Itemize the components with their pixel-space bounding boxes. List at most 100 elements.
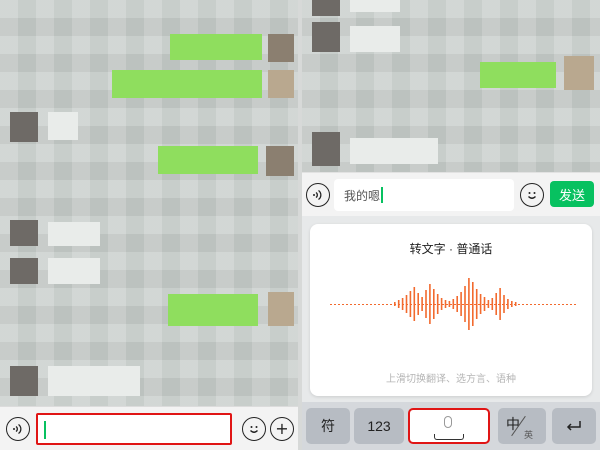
numbers-key-label: 123 — [367, 418, 391, 434]
waveform-dot — [566, 304, 568, 305]
voice-input-panel: 转文字 · 普通话 上滑切换翻译、选方言、语种 — [302, 216, 600, 402]
waveform-dot — [526, 304, 528, 305]
avatar — [268, 34, 294, 62]
avatar — [312, 22, 340, 52]
waveform-bar — [491, 298, 494, 310]
waveform-bar — [460, 292, 462, 316]
waveform-bar — [514, 302, 517, 306]
avatar — [312, 0, 340, 16]
voice-input-key[interactable] — [408, 408, 490, 444]
waveform-dot — [466, 304, 468, 305]
avatar — [10, 220, 38, 246]
emoji-icon-glyph — [250, 426, 258, 433]
waveform-dot — [558, 304, 560, 305]
waveform-bar — [503, 295, 505, 313]
waveform-bar — [417, 293, 419, 315]
waveform-dot — [450, 304, 452, 305]
message-bubble — [48, 366, 140, 396]
waveform-bar — [401, 298, 404, 310]
message-input-bar: + — [0, 406, 298, 450]
waveform-dot — [346, 304, 348, 305]
voice-icon[interactable] — [306, 183, 330, 207]
waveform-bar — [468, 278, 470, 330]
microphone-icon — [444, 416, 452, 428]
space-bar-icon — [434, 434, 464, 440]
waveform-dot — [378, 304, 380, 305]
numbers-key[interactable]: 123 — [354, 408, 404, 444]
message-bubble — [48, 222, 100, 246]
waveform-dot — [330, 304, 332, 305]
waveform-bar — [475, 289, 478, 319]
waveform-bar — [409, 291, 412, 317]
language-switch-key[interactable]: 中 英 — [498, 408, 546, 444]
left-chat-screen: + — [0, 0, 298, 450]
waveform-dot — [338, 304, 340, 305]
avatar — [268, 70, 294, 98]
waveform-bar — [413, 287, 416, 321]
send-button[interactable]: 发送 — [550, 181, 594, 207]
waveform-dot — [334, 304, 336, 305]
waveform-dot — [522, 304, 524, 305]
waveform-bar — [425, 290, 427, 318]
waveform-dot — [366, 304, 368, 305]
avatar — [564, 56, 594, 90]
waveform-bar — [394, 302, 396, 306]
waveform-bar — [429, 284, 431, 324]
avatar — [266, 146, 294, 176]
emoji-icon[interactable] — [242, 417, 266, 441]
waveform-dot — [458, 304, 460, 305]
message-bubble — [48, 112, 78, 140]
waveform-dot — [390, 304, 392, 305]
voice-icon-glyph — [13, 423, 22, 435]
waveform-dot — [342, 304, 344, 305]
waveform-bar — [511, 301, 513, 307]
waveform-bar — [464, 286, 466, 322]
return-key[interactable] — [552, 408, 596, 444]
waveform-dot — [454, 304, 456, 305]
waveform-bar — [483, 297, 486, 311]
message-bubble — [170, 34, 262, 60]
symbol-key[interactable]: 符 — [306, 408, 350, 444]
waveform-bar — [436, 294, 439, 314]
waveform-dot — [474, 304, 476, 305]
chat-background — [0, 0, 298, 450]
voice-swipe-hint: 上滑切换翻译、选方言、语种 — [386, 374, 516, 385]
return-icon — [566, 421, 581, 431]
message-bubble — [480, 62, 556, 88]
right-chat-screen: 我的嗯 发送 转文字 · 普通话 上滑切换翻译、选方言、语种 符 123 中 英 — [302, 0, 600, 450]
message-bubble — [350, 26, 400, 52]
avatar — [10, 258, 38, 284]
message-input[interactable] — [36, 413, 232, 445]
waveform-bar — [405, 295, 408, 313]
waveform-dot — [554, 304, 556, 305]
avatar — [10, 366, 38, 396]
waveform-bar — [452, 299, 455, 309]
voice-icon[interactable] — [6, 417, 30, 441]
english-label: 英 — [524, 430, 534, 440]
audio-waveform — [330, 278, 576, 330]
emoji-icon[interactable] — [520, 183, 544, 207]
waveform-dot — [386, 304, 388, 305]
voice-mode-title: 转文字 · 普通话 — [409, 242, 493, 256]
waveform-bar — [472, 282, 474, 326]
text-cursor — [44, 421, 46, 439]
waveform-bar — [397, 300, 400, 308]
waveform-dot — [574, 304, 576, 305]
waveform-dot — [518, 304, 520, 305]
waveform-dot — [570, 304, 572, 305]
waveform-dot — [370, 304, 372, 305]
waveform-bar — [440, 298, 443, 310]
waveform-bar — [487, 300, 490, 308]
waveform-dot — [546, 304, 548, 305]
waveform-dot — [542, 304, 544, 305]
waveform-dot — [538, 304, 540, 305]
waveform-dot — [562, 304, 564, 305]
waveform-dot — [382, 304, 384, 305]
message-input[interactable]: 我的嗯 — [334, 179, 514, 211]
avatar — [268, 292, 294, 326]
plus-icon[interactable]: + — [270, 417, 294, 441]
waveform-dot — [354, 304, 356, 305]
message-bubble — [112, 70, 262, 98]
waveform-bar — [433, 289, 435, 319]
voice-icon-glyph — [313, 189, 322, 201]
